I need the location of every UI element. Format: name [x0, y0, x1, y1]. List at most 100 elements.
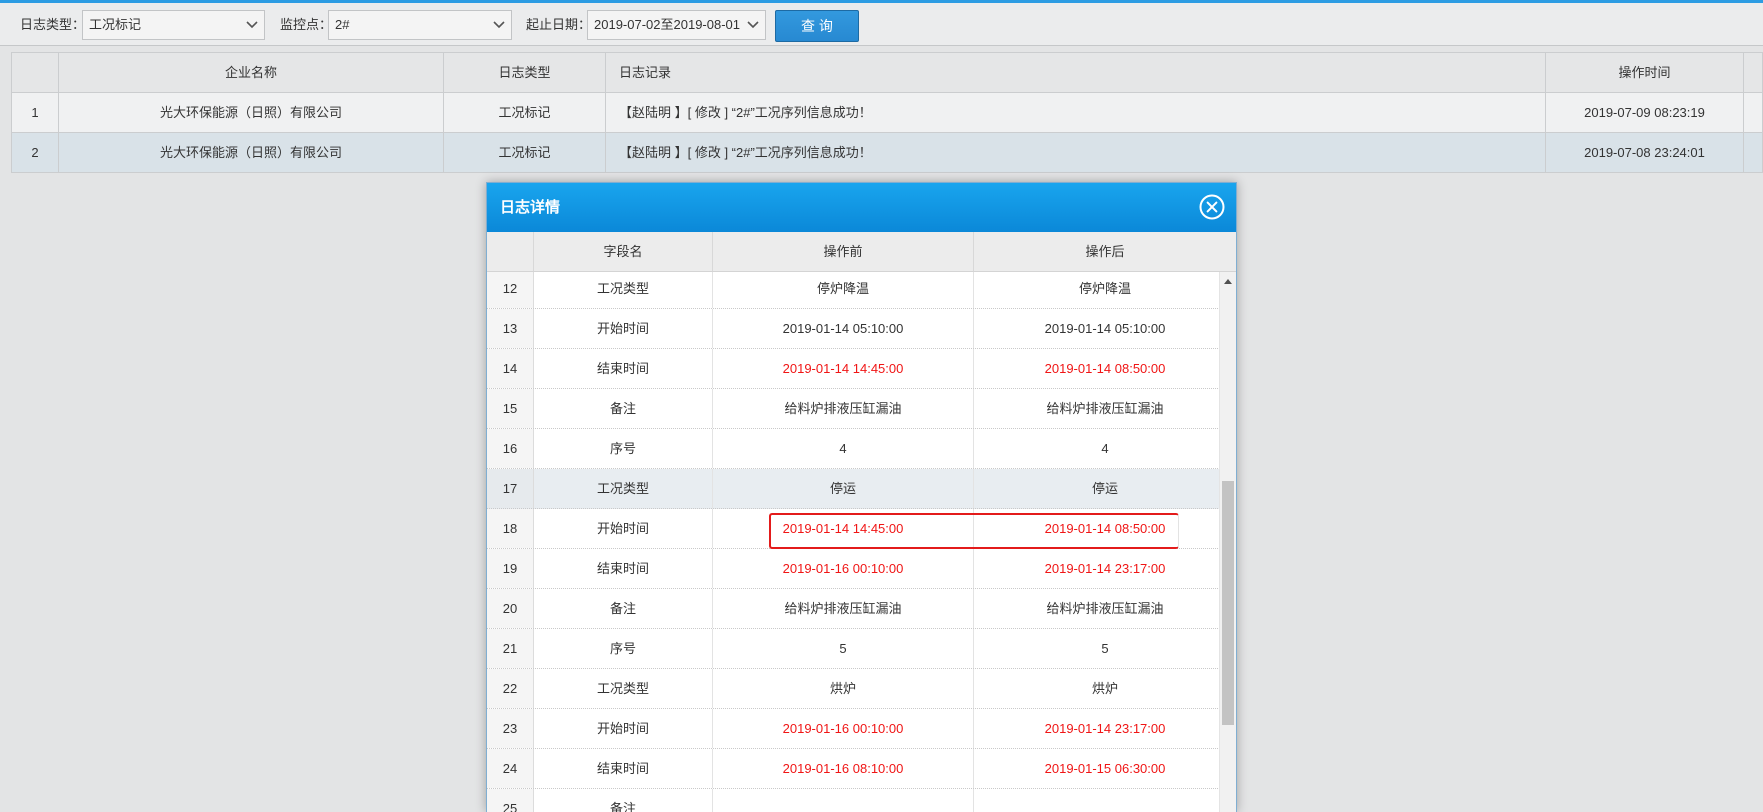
filter-bar: 日志类型： 工况标记 监控点： 2# 起止日期： 2019-07-02至2019…	[0, 3, 1763, 46]
highlight-box	[769, 513, 1179, 549]
detail-row-index: 22	[487, 669, 534, 708]
detail-row-index: 23	[487, 709, 534, 748]
date-range-picker[interactable]: 2019-07-02至2019-08-01	[587, 10, 766, 40]
detail-field-name: 备注	[534, 589, 713, 628]
detail-row: 25 备注	[487, 789, 1236, 812]
log-record: 【赵陆明 】[ 修改 ] “2#”工况序列信息成功！	[606, 93, 1546, 132]
detail-row-index: 24	[487, 749, 534, 788]
row-spacer	[1744, 133, 1763, 172]
detail-field-name: 工况类型	[534, 272, 713, 308]
detail-value-before	[713, 789, 974, 812]
detail-value-after: 烘炉	[1091, 681, 1118, 696]
monitor-point-label: 监控点：	[280, 17, 333, 32]
log-table: 企业名称 日志类型 日志记录 操作时间 1 光大环保能源（日照）有限公司 工况标…	[11, 52, 1763, 173]
detail-field-name: 结束时间	[534, 749, 713, 788]
detail-row-index: 20	[487, 589, 534, 628]
column-header-company: 企业名称	[59, 53, 444, 92]
detail-value-after: 停运	[1091, 481, 1118, 496]
detail-value-before: 2019-01-16 00:10:00	[713, 709, 974, 748]
detail-row: 21 序号 5 5	[487, 629, 1236, 669]
log-type-select[interactable]: 工况标记	[82, 10, 265, 40]
detail-row: 24 结束时间 2019-01-16 08:10:00 2019-01-15 0…	[487, 749, 1236, 789]
row-spacer	[1744, 93, 1763, 132]
row-index: 2	[12, 133, 59, 172]
detail-row-index: 14	[487, 349, 534, 388]
column-header-log-type: 日志类型	[444, 53, 606, 92]
detail-row: 15 备注 给料炉排液压缸漏油 给料炉排液压缸漏油	[487, 389, 1236, 429]
chevron-down-icon	[246, 21, 258, 29]
detail-row-index: 19	[487, 549, 534, 588]
column-header-time: 操作时间	[1546, 53, 1744, 92]
close-circle-icon[interactable]	[1199, 194, 1225, 220]
detail-row: 23 开始时间 2019-01-16 00:10:00 2019-01-14 2…	[487, 709, 1236, 749]
detail-field-name: 工况类型	[534, 469, 713, 508]
detail-row: 13 开始时间 2019-01-14 05:10:00 2019-01-14 0…	[487, 309, 1236, 349]
detail-field-name: 工况类型	[534, 669, 713, 708]
detail-row: 16 序号 4 4	[487, 429, 1236, 469]
detail-value-after: 5	[1101, 641, 1109, 656]
detail-row: 22 工况类型 烘炉 烘炉	[487, 669, 1236, 709]
row-index: 1	[12, 93, 59, 132]
detail-value-before: 4	[713, 429, 974, 468]
detail-row-index: 16	[487, 429, 534, 468]
detail-scrollbar[interactable]	[1219, 272, 1236, 812]
detail-field-name: 开始时间	[534, 709, 713, 748]
log-record: 【赵陆明 】[ 修改 ] “2#”工况序列信息成功！	[606, 133, 1546, 172]
detail-row: 12 工况类型 停炉降温 停炉降温	[487, 272, 1236, 309]
company-name: 光大环保能源（日照）有限公司	[59, 93, 444, 132]
detail-value-before: 2019-01-16 00:10:00	[713, 549, 974, 588]
log-type: 工况标记	[444, 93, 606, 132]
log-type-value: 工况标记	[89, 17, 142, 32]
detail-value-before: 给料炉排液压缸漏油	[713, 589, 974, 628]
detail-row: 20 备注 给料炉排液压缸漏油 给料炉排液压缸漏油	[487, 589, 1236, 629]
chevron-down-icon	[493, 21, 505, 29]
detail-row: 19 结束时间 2019-01-16 00:10:00 2019-01-14 2…	[487, 549, 1236, 589]
table-row[interactable]: 2 光大环保能源（日照）有限公司 工况标记 【赵陆明 】[ 修改 ] “2#”工…	[12, 133, 1763, 173]
query-button[interactable]: 查 询	[775, 10, 859, 42]
detail-value-after: 给料炉排液压缸漏油	[1046, 401, 1164, 416]
detail-value-before: 2019-01-14 14:45:00	[713, 349, 974, 388]
detail-row-index: 15	[487, 389, 534, 428]
detail-value-after: 2019-01-14 23:17:00	[1044, 721, 1166, 736]
detail-row: 14 结束时间 2019-01-14 14:45:00 2019-01-14 0…	[487, 349, 1236, 389]
detail-field-name: 开始时间	[534, 309, 713, 348]
detail-row-list: 12 工况类型 停炉降温 停炉降温 13 开始时间 2019-01-14 05:…	[487, 272, 1236, 812]
detail-value-before: 5	[713, 629, 974, 668]
modal-header: 日志详情	[487, 183, 1236, 232]
detail-row-index: 12	[487, 272, 534, 308]
detail-row-index: 21	[487, 629, 534, 668]
detail-value-before: 烘炉	[713, 669, 974, 708]
detail-field-name: 序号	[534, 429, 713, 468]
detail-value-before: 2019-01-16 08:10:00	[713, 749, 974, 788]
log-type: 工况标记	[444, 133, 606, 172]
detail-value-after	[974, 789, 1236, 812]
date-range-value: 2019-07-02至2019-08-01	[594, 17, 740, 32]
detail-value-after: 2019-01-15 06:30:00	[1044, 761, 1166, 776]
detail-row-index: 18	[487, 509, 534, 548]
detail-field-name: 结束时间	[534, 349, 713, 388]
detail-value-after: 2019-01-14 23:17:00	[1044, 561, 1166, 576]
detail-field-name: 序号	[534, 629, 713, 668]
column-header-index	[12, 53, 59, 92]
column-header-after: 操作后	[1085, 244, 1125, 259]
scrollbar-thumb[interactable]	[1222, 481, 1234, 725]
scroll-up-arrow-icon[interactable]	[1224, 279, 1232, 284]
log-table-header: 企业名称 日志类型 日志记录 操作时间	[12, 53, 1763, 93]
detail-value-before: 2019-01-14 05:10:00	[713, 309, 974, 348]
detail-value-after: 给料炉排液压缸漏油	[1046, 601, 1164, 616]
detail-value-after: 2019-01-14 05:10:00	[1044, 321, 1166, 336]
company-name: 光大环保能源（日照）有限公司	[59, 133, 444, 172]
column-header-index	[487, 232, 534, 271]
monitor-point-value: 2#	[335, 17, 350, 32]
detail-row-index: 17	[487, 469, 534, 508]
detail-table-body: 12 工况类型 停炉降温 停炉降温 13 开始时间 2019-01-14 05:…	[487, 272, 1236, 812]
monitor-point-select[interactable]: 2#	[328, 10, 512, 40]
chevron-down-icon	[747, 21, 759, 29]
table-row[interactable]: 1 光大环保能源（日照）有限公司 工况标记 【赵陆明 】[ 修改 ] “2#”工…	[12, 93, 1763, 133]
detail-field-name: 备注	[534, 789, 713, 812]
detail-row: 18 开始时间 2019-01-14 14:45:00 2019-01-14 0…	[487, 509, 1236, 549]
detail-row-index: 13	[487, 309, 534, 348]
detail-field-name: 备注	[534, 389, 713, 428]
detail-field-name: 开始时间	[534, 509, 713, 548]
date-range-label: 起止日期：	[526, 17, 592, 32]
